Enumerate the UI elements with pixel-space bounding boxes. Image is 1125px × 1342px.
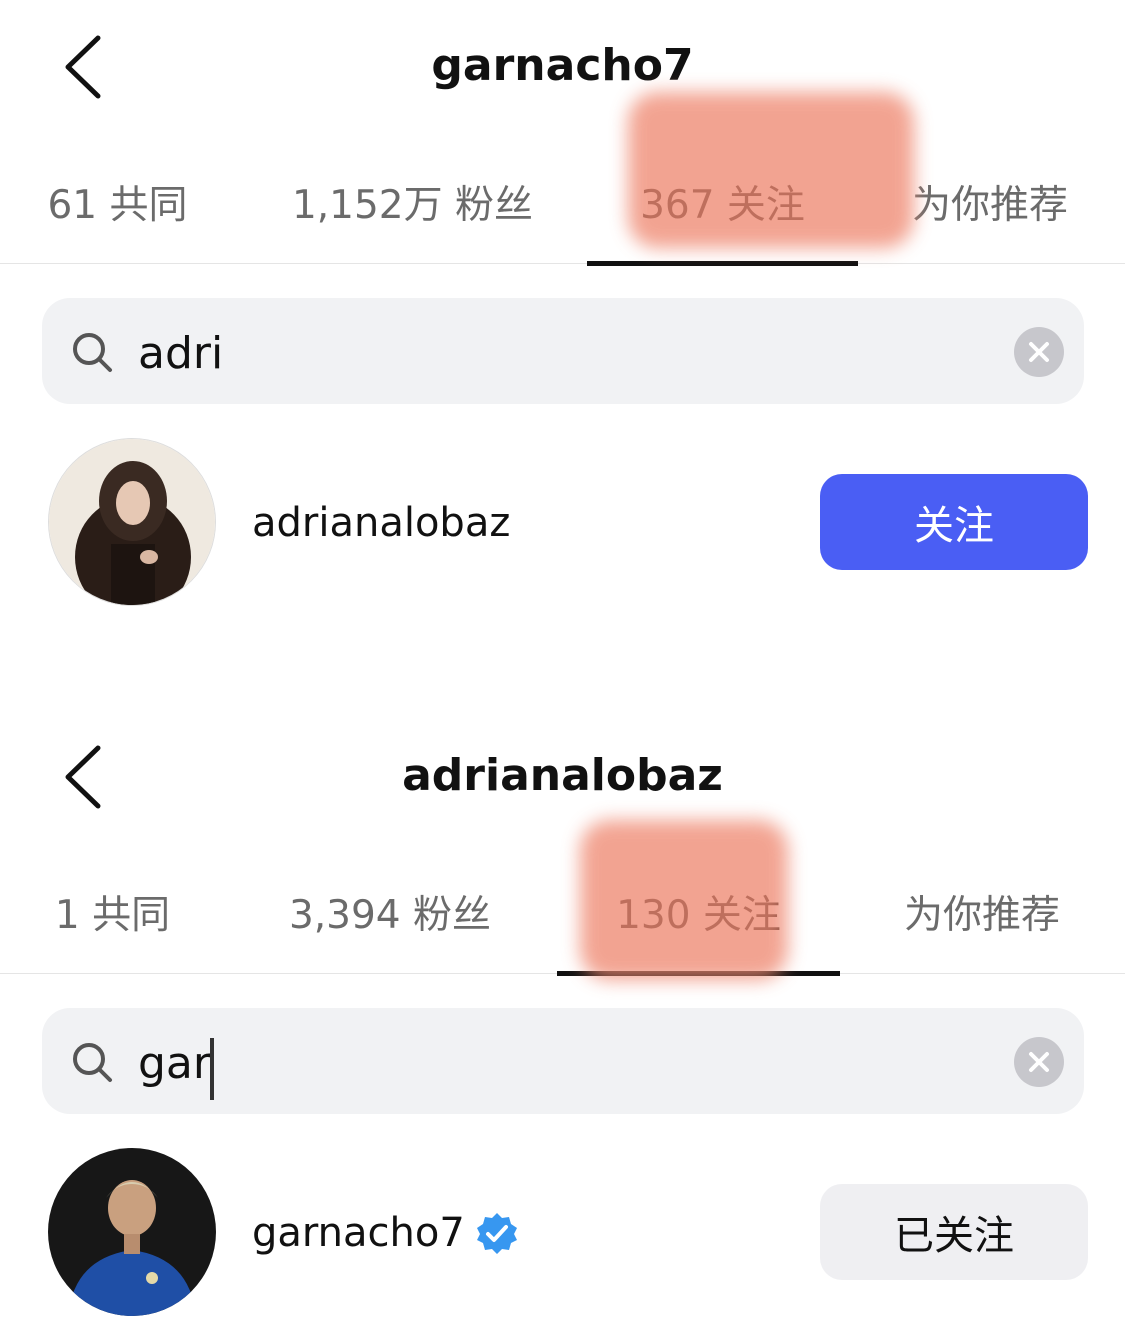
profile-following-panel-2: adrianalobaz 1 共同 3,394 粉丝 130 关注 为你推荐 g…	[0, 710, 1125, 1342]
clear-search-button[interactable]	[1014, 1037, 1064, 1087]
profile-following-panel-1: garnacho7 61 共同 1,152万 粉丝 367 关注 为你推荐 ad…	[0, 0, 1125, 671]
tab-mutual[interactable]: 61 共同	[20, 160, 215, 264]
verified-badge-icon	[476, 1213, 517, 1254]
page-title: garnacho7	[431, 40, 694, 91]
tab-label: 1 共同	[54, 893, 171, 938]
tab-label: 3,394 粉丝	[288, 893, 492, 938]
tab-suggested[interactable]: 为你推荐	[880, 160, 1100, 264]
following-button[interactable]: 已关注	[820, 1184, 1088, 1280]
tab-bar: 61 共同 1,152万 粉丝 367 关注 为你推荐	[0, 160, 1125, 266]
follow-button[interactable]: 关注	[820, 474, 1088, 570]
search-input[interactable]	[138, 318, 978, 388]
text-caret	[210, 1038, 214, 1100]
clear-icon	[1029, 342, 1049, 362]
tab-label: 367 关注	[640, 183, 805, 228]
avatar-image	[49, 439, 215, 605]
tab-label: 为你推荐	[911, 183, 1068, 228]
tab-underline	[557, 971, 840, 976]
search-input[interactable]	[138, 1028, 978, 1098]
tab-label: 61 共同	[47, 183, 188, 228]
page-title: adrianalobaz	[402, 750, 723, 801]
tab-underline	[587, 261, 858, 266]
result-username-row[interactable]: garnacho7	[252, 1205, 519, 1261]
tab-bar: 1 共同 3,394 粉丝 130 关注 为你推荐	[0, 870, 1125, 976]
result-username-row[interactable]: adrianalobaz	[252, 495, 510, 551]
tab-following[interactable]: 130 关注	[557, 870, 840, 976]
tab-followers[interactable]: 1,152万 粉丝	[265, 160, 560, 264]
avatar[interactable]	[48, 438, 216, 606]
search-icon	[73, 333, 112, 372]
tab-label: 130 关注	[616, 893, 781, 938]
clear-icon	[1029, 1052, 1049, 1072]
avatar-image	[48, 1148, 216, 1316]
search-icon	[73, 1043, 112, 1082]
tab-following[interactable]: 367 关注	[587, 160, 858, 266]
tab-followers[interactable]: 3,394 粉丝	[255, 870, 525, 974]
tab-label: 1,152万 粉丝	[291, 183, 534, 228]
avatar[interactable]	[48, 1148, 216, 1316]
result-username: adrianalobaz	[252, 500, 511, 546]
tab-suggested[interactable]: 为你推荐	[872, 870, 1092, 974]
clear-search-button[interactable]	[1014, 327, 1064, 377]
result-username: garnacho7	[252, 1210, 465, 1256]
tab-label: 为你推荐	[903, 893, 1060, 938]
tab-mutual[interactable]: 1 共同	[30, 870, 195, 974]
